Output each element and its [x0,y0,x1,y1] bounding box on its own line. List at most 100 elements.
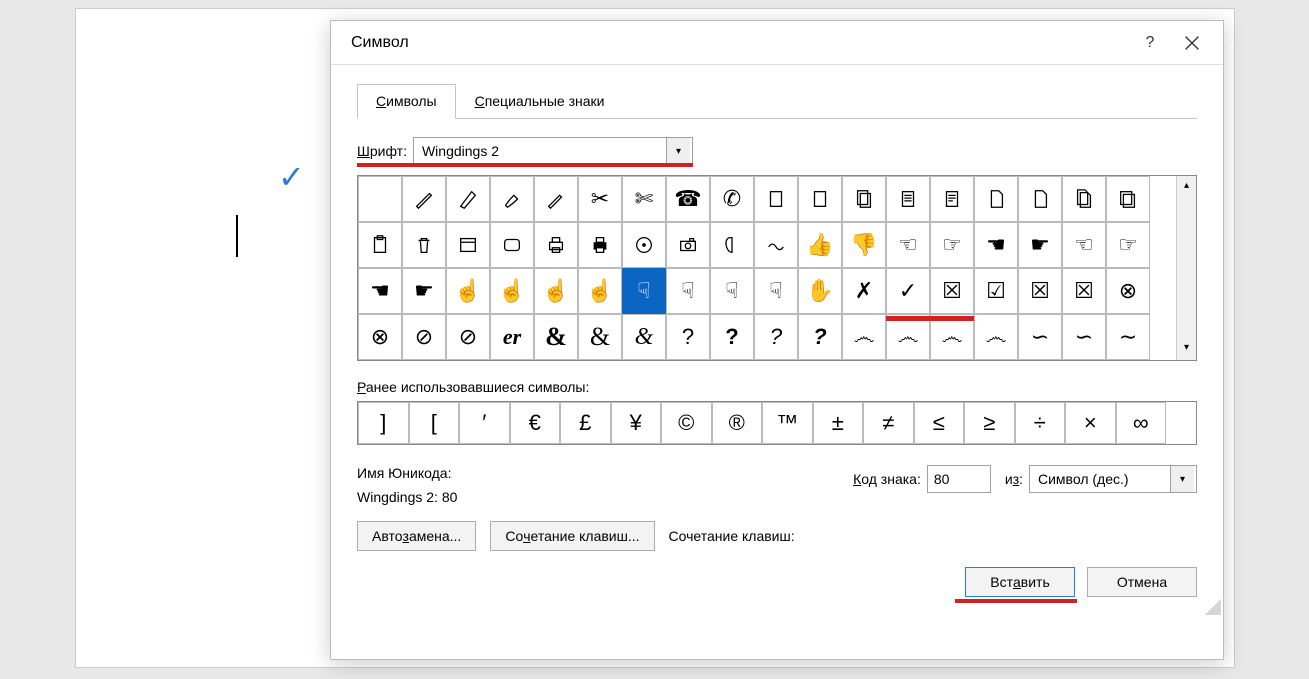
recent-cell[interactable]: ™ [762,402,813,444]
recent-cell[interactable]: £ [560,402,611,444]
symbol-cell[interactable]: ✄ [622,176,666,222]
symbol-cell[interactable]: ⊗ [358,314,402,360]
symbol-cell[interactable] [886,176,930,222]
symbol-cell[interactable]: ☛ [402,268,446,314]
scroll-down-icon[interactable]: ▾ [1184,342,1189,356]
symbol-cell[interactable]: ∽ [1018,314,1062,360]
tab-symbols[interactable]: Символы [357,84,456,119]
symbol-cell[interactable]: ✆ [710,176,754,222]
symbol-cell[interactable] [1106,176,1150,222]
symbol-cell[interactable] [798,176,842,222]
symbol-cell[interactable] [622,222,666,268]
symbol-cell[interactable] [402,222,446,268]
scroll-up-icon[interactable]: ▴ [1184,180,1189,194]
symbol-cell[interactable]: ☟ [622,268,666,314]
symbol-cell[interactable]: ☞ [1106,222,1150,268]
symbol-cell[interactable]: ☚ [358,268,402,314]
symbol-cell[interactable]: ☚ [974,222,1018,268]
recent-cell[interactable]: × [1065,402,1116,444]
recent-cell[interactable]: ′ [459,402,510,444]
symbol-cell[interactable]: ☛ [1018,222,1062,268]
symbol-cell[interactable] [754,222,798,268]
symbol-cell[interactable] [490,222,534,268]
code-input[interactable] [927,465,991,493]
symbol-cell[interactable]: ☒ [1018,268,1062,314]
symbol-cell[interactable]: ⊗ [1106,268,1150,314]
recent-cell[interactable]: [ [409,402,460,444]
symbol-cell[interactable]: ? [710,314,754,360]
symbol-cell[interactable]: ✗ [842,268,886,314]
tab-special[interactable]: Специальные знаки [456,84,624,119]
symbol-cell[interactable]: ☟ [710,268,754,314]
symbol-cell[interactable]: ☝ [446,268,490,314]
symbol-cell[interactable] [842,176,886,222]
symbol-cell[interactable] [1062,176,1106,222]
symbol-cell[interactable]: & [622,314,666,360]
symbol-cell[interactable]: ✋ [798,268,842,314]
symbol-cell[interactable]: ✂ [578,176,622,222]
autocorrect-button[interactable]: Автозамена... [357,521,476,551]
symbol-cell[interactable]: ⊘ [402,314,446,360]
recent-cell[interactable]: ÷ [1015,402,1066,444]
symbol-cell[interactable]: ☝ [490,268,534,314]
symbol-cell[interactable] [446,176,490,222]
resize-grip-icon[interactable] [1205,599,1221,615]
symbol-cell[interactable]: ☝ [534,268,578,314]
from-combo[interactable]: ▾ [1029,465,1197,493]
insert-button[interactable]: Вставить [965,567,1075,597]
recent-cell[interactable]: ] [358,402,409,444]
symbol-cell[interactable]: & [534,314,578,360]
symbol-cell[interactable]: ☑ [974,268,1018,314]
from-dropdown-button[interactable]: ▾ [1170,466,1194,492]
symbol-cell[interactable] [534,176,578,222]
recent-cell[interactable]: ¥ [611,402,662,444]
symbol-cell[interactable] [710,222,754,268]
symbol-cell[interactable] [358,222,402,268]
symbol-cell[interactable]: ∼ [1106,314,1150,360]
symbol-cell[interactable]: ⊘ [446,314,490,360]
symbol-cell[interactable]: ? [666,314,710,360]
symbol-cell[interactable]: ☜ [886,222,930,268]
recent-cell[interactable]: ∞ [1116,402,1167,444]
symbol-cell[interactable]: er [490,314,534,360]
symbol-cell[interactable]: ☞ [930,222,974,268]
recent-cell[interactable]: € [510,402,561,444]
symbol-cell[interactable]: 👍 [798,222,842,268]
symbol-cell[interactable] [930,176,974,222]
symbol-cell[interactable] [578,222,622,268]
symbol-cell[interactable] [754,176,798,222]
symbol-cell[interactable]: ✓ [886,268,930,314]
symbol-cell[interactable]: ෴ [974,314,1018,360]
symbol-cell[interactable]: ☒ [930,268,974,314]
symbol-cell[interactable] [490,176,534,222]
symbol-cell[interactable] [446,222,490,268]
symbol-cell[interactable]: & [578,314,622,360]
recent-cell[interactable]: ≤ [914,402,965,444]
symbol-cell[interactable]: ☜ [1062,222,1106,268]
symbol-cell[interactable]: ∽ [1062,314,1106,360]
symbol-cell[interactable] [358,176,402,222]
symbol-cell[interactable] [402,176,446,222]
symbol-cell[interactable]: ෴ [842,314,886,360]
symbol-cell[interactable]: ☟ [754,268,798,314]
from-input[interactable] [1030,466,1170,492]
help-button[interactable]: ? [1129,27,1171,59]
cancel-button[interactable]: Отмена [1087,567,1197,597]
font-combo[interactable]: ▾ [413,137,693,165]
symbol-cell[interactable]: ? [798,314,842,360]
grid-scrollbar[interactable]: ▴ ▾ [1176,176,1196,360]
symbol-cell[interactable]: ☝ [578,268,622,314]
symbol-cell[interactable] [1018,176,1062,222]
symbol-cell[interactable] [974,176,1018,222]
close-button[interactable] [1171,27,1213,59]
shortcut-button[interactable]: Сочетание клавиш... [490,521,654,551]
font-input[interactable] [414,138,666,164]
symbol-cell[interactable]: ☎ [666,176,710,222]
recent-cell[interactable]: © [661,402,712,444]
symbol-cell[interactable] [534,222,578,268]
symbol-cell[interactable]: 👎 [842,222,886,268]
font-dropdown-button[interactable]: ▾ [666,138,690,164]
recent-cell[interactable]: ® [712,402,763,444]
symbol-cell[interactable]: ☒ [1062,268,1106,314]
symbol-cell[interactable]: ? [754,314,798,360]
